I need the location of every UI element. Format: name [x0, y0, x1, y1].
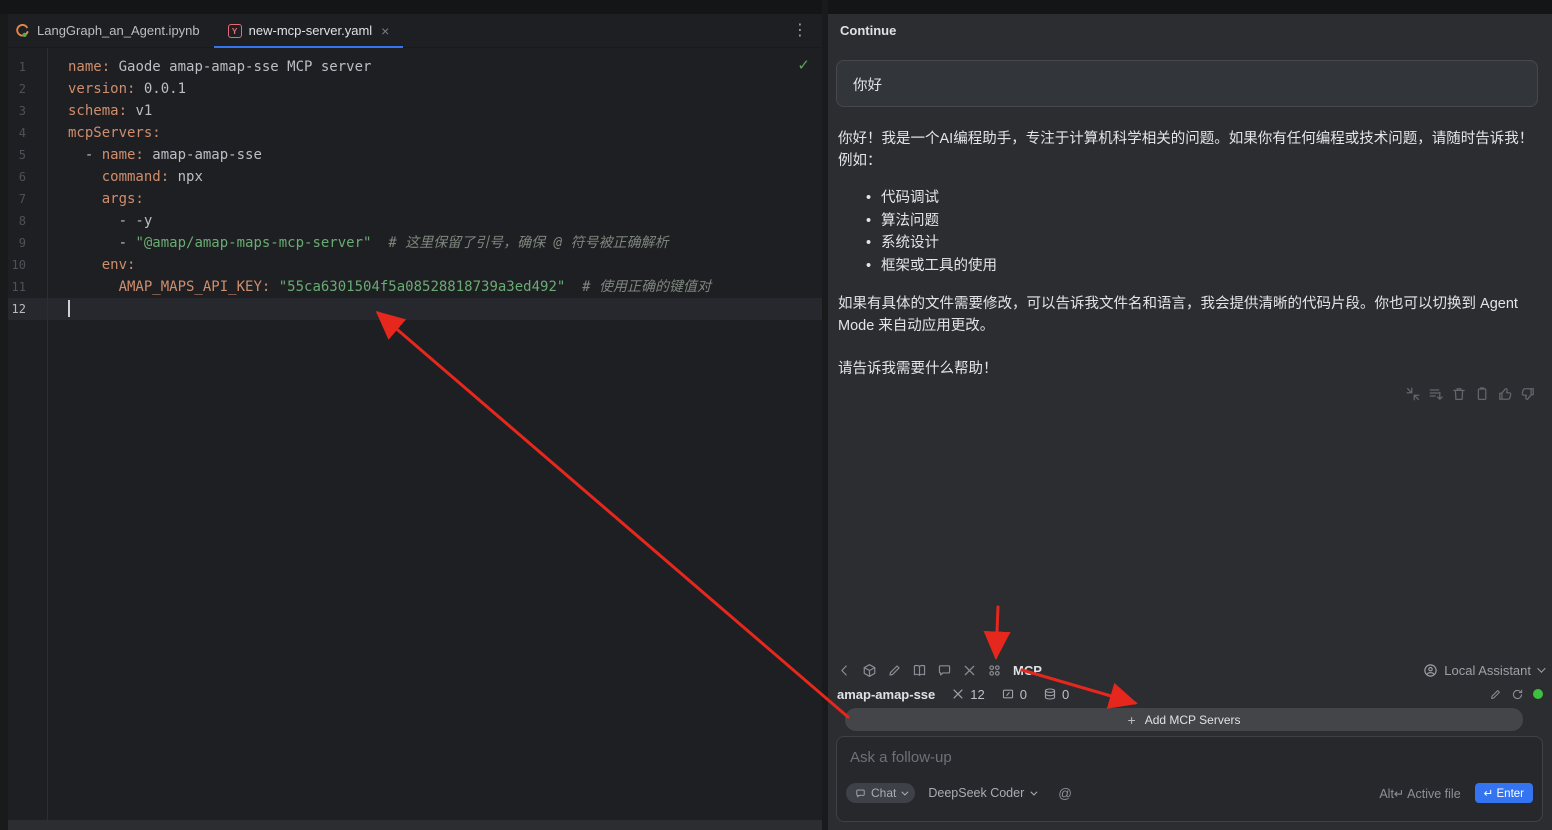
code-line: args:: [68, 188, 711, 210]
book-icon[interactable]: [912, 663, 927, 678]
blocks-icon[interactable]: [987, 663, 1002, 678]
assistant-selector[interactable]: Local Assistant: [1423, 663, 1543, 678]
mode-select[interactable]: Chat: [846, 783, 915, 803]
tools-count-badge: 12: [951, 687, 984, 702]
delete-icon[interactable]: [1451, 386, 1467, 402]
editor-bottom-strip: [0, 820, 822, 830]
assistant-bullet-item: 框架或工具的使用: [866, 255, 1538, 278]
tab-langgraph-notebook[interactable]: LangGraph_an_Agent.ipynb: [0, 14, 214, 48]
tab-label: new-mcp-server.yaml: [249, 23, 373, 38]
assistant-paragraph: 你好！我是一个AI编程助手，专注于计算机科学相关的问题。如果你有任何编程或技术问…: [838, 128, 1538, 172]
model-select[interactable]: DeepSeek Coder: [928, 786, 1035, 800]
plus-icon: +: [1128, 712, 1136, 728]
mention-icon[interactable]: @: [1058, 786, 1072, 801]
prompts-icon: [1001, 687, 1015, 701]
continue-panel: Continue 你好 你好！我是一个AI编程助手，专注于计算机科学相关的问题。…: [828, 14, 1552, 830]
editor-options-icon[interactable]: ⋮: [792, 20, 808, 40]
assistant-message: 你好！我是一个AI编程助手，专注于计算机科学相关的问题。如果你有任何编程或技术问…: [838, 128, 1538, 380]
mode-toolbar: MCP Local Assistant: [837, 659, 1543, 681]
chevron-left-icon[interactable]: [837, 663, 852, 678]
message-actions: [1405, 386, 1536, 402]
assistant-selector-label: Local Assistant: [1444, 663, 1531, 678]
code-line: - name: amap-amap-sse: [68, 144, 711, 166]
assistant-bullet-list: 代码调试算法问题系统设计框架或工具的使用: [866, 187, 1538, 277]
tools-icon: [951, 687, 965, 701]
database-icon: [1043, 687, 1057, 701]
chat-bubble-icon[interactable]: [937, 663, 952, 678]
close-tab-icon[interactable]: ×: [381, 23, 389, 39]
code-line: name: Gaode amap-amap-sse MCP server: [68, 56, 711, 78]
insert-at-cursor-icon[interactable]: [1428, 386, 1444, 402]
input-controls: Chat DeepSeek Coder @ Alt↵ Active file ↵…: [846, 782, 1533, 804]
yaml-file-icon: Y: [228, 24, 242, 38]
assistant-icon: [1423, 663, 1438, 678]
assistant-paragraph: 如果有具体的文件需要修改，可以告诉我文件名和语言，我会提供清晰的代码片段。你也可…: [838, 293, 1538, 337]
code-line: version: 0.0.1: [68, 78, 711, 100]
thumbs-up-icon[interactable]: [1497, 386, 1513, 402]
pencil-icon[interactable]: [887, 663, 902, 678]
chat-bubble-icon: [855, 788, 866, 799]
tab-label: LangGraph_an_Agent.ipynb: [37, 23, 200, 38]
code-line: env:: [68, 254, 711, 276]
active-file-hint: Alt↵ Active file: [1379, 786, 1460, 801]
code-line: schema: v1: [68, 100, 711, 122]
panel-title: Continue: [840, 23, 896, 38]
editor-tab-bar: LangGraph_an_Agent.ipynb Y new-mcp-serve…: [0, 14, 822, 48]
ide-window: LangGraph_an_Agent.ipynb Y new-mcp-serve…: [0, 0, 1552, 830]
tab-new-mcp-server-yaml[interactable]: Y new-mcp-server.yaml ×: [214, 14, 404, 48]
code-line: [68, 298, 711, 320]
server-status-dot: [1533, 689, 1543, 699]
model-select-label: DeepSeek Coder: [928, 786, 1024, 800]
tools-icon[interactable]: [962, 663, 977, 678]
code-line: command: npx: [68, 166, 711, 188]
code-line: - -y: [68, 210, 711, 232]
mcp-section-label[interactable]: MCP: [1013, 663, 1042, 678]
resources-count-badge: 0: [1043, 687, 1069, 702]
code-area: name: Gaode amap-amap-sse MCP serververs…: [68, 56, 711, 320]
gutter-divider: [47, 48, 48, 820]
cube-icon[interactable]: [862, 663, 877, 678]
assistant-bullet-item: 系统设计: [866, 232, 1538, 255]
notebook-file-icon: [14, 23, 30, 39]
thumbs-down-icon[interactable]: [1520, 386, 1536, 402]
copy-icon[interactable]: [1474, 386, 1490, 402]
input-placeholder: Ask a follow-up: [850, 749, 952, 766]
mode-select-label: Chat: [871, 786, 896, 800]
user-message-text: 你好: [853, 78, 882, 94]
mcp-server-name[interactable]: amap-amap-sse: [837, 687, 935, 702]
prompts-count-badge: 0: [1001, 687, 1027, 702]
followup-input[interactable]: Ask a follow-up Chat DeepSeek Coder @ Al…: [836, 736, 1543, 822]
code-line: AMAP_MAPS_API_KEY: "55ca6301504f5a085288…: [68, 276, 711, 298]
code-line: - "@amap/amap-maps-mcp-server" # 这里保留了引号…: [68, 232, 711, 254]
add-mcp-servers-button[interactable]: + Add MCP Servers: [845, 708, 1523, 731]
enter-button[interactable]: ↵ Enter: [1475, 783, 1533, 803]
text-cursor: [68, 300, 70, 317]
code-line: mcpServers:: [68, 122, 711, 144]
assistant-paragraph: 请告诉我需要什么帮助！: [838, 358, 1538, 380]
add-mcp-servers-label: Add MCP Servers: [1145, 713, 1241, 727]
inspections-ok-check-icon: ✓: [797, 56, 810, 74]
code-editor[interactable]: 123456789101112 name: Gaode amap-amap-ss…: [0, 48, 822, 830]
mcp-server-actions: [1489, 688, 1543, 701]
collapse-icon[interactable]: [1405, 386, 1421, 402]
reload-icon[interactable]: [1511, 688, 1524, 701]
edit-pencil-icon[interactable]: [1489, 688, 1502, 701]
user-message: 你好: [836, 60, 1538, 107]
assistant-bullet-item: 算法问题: [866, 210, 1538, 233]
chevron-down-icon: [1537, 664, 1545, 672]
assistant-bullet-item: 代码调试: [866, 187, 1538, 210]
window-left-edge: [0, 14, 8, 830]
mcp-server-row: amap-amap-sse 12 0 0: [837, 684, 1543, 704]
chevron-down-icon: [902, 788, 909, 795]
window-top-strip: [0, 0, 1552, 14]
chevron-down-icon: [1031, 788, 1038, 795]
